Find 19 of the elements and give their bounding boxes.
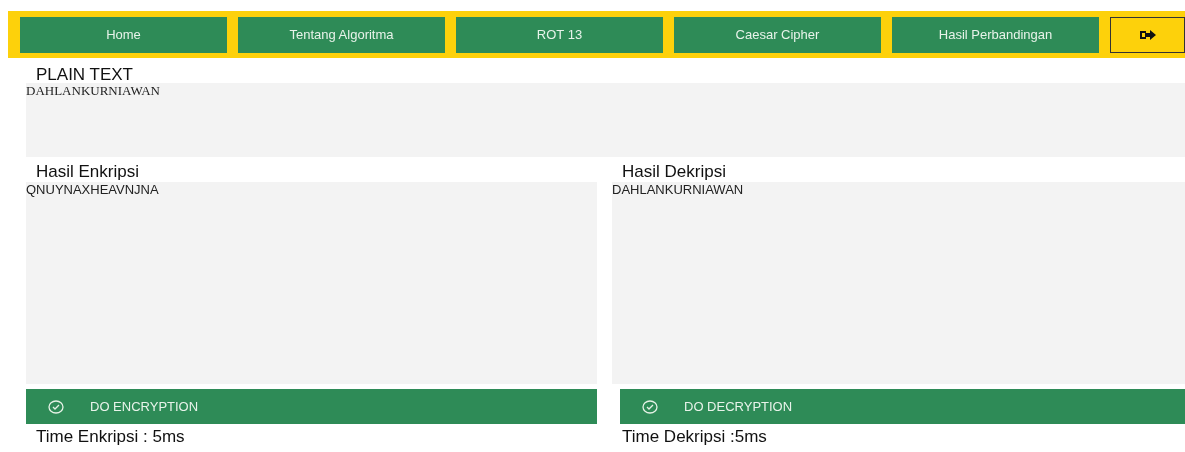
time-label: Time Enkripsi : 5ms [35, 427, 186, 447]
check-circle-icon [48, 399, 64, 414]
nav-button[interactable]: Hasil Perbandingan [892, 16, 1099, 53]
nav-button[interactable]: ROT 13 [456, 16, 663, 53]
exit-arrow-icon [1138, 28, 1157, 41]
field-label: Hasil Enkripsi [35, 163, 140, 180]
plain-text-field[interactable]: DAHLANKURNIAWAN [26, 83, 1185, 157]
action-button[interactable]: DO ENCRYPTION [26, 389, 597, 424]
check-circle-icon [642, 399, 658, 414]
result-field[interactable]: DAHLANKURNIAWAN [612, 182, 1185, 384]
field-label: Hasil Dekripsi [621, 163, 727, 180]
result-field[interactable]: QNUYNAXHEAVNJNA [26, 182, 597, 384]
logout-button[interactable] [1110, 16, 1185, 53]
nav-button[interactable]: Tentang Algoritma [238, 16, 445, 53]
nav-button[interactable]: Caesar Cipher [674, 16, 881, 53]
action-button[interactable]: DO DECRYPTION [620, 389, 1185, 424]
nav-button[interactable]: Home [20, 16, 227, 53]
time-label: Time Dekripsi :5ms [621, 427, 768, 447]
field-label: PLAIN TEXT [35, 66, 134, 83]
